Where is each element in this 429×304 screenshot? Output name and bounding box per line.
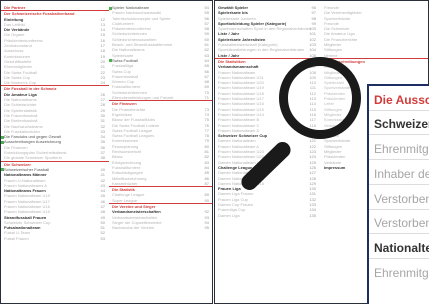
zoom-item: Ehrenmitglieder (374, 266, 429, 280)
index-entry-page: 95 (204, 225, 209, 231)
index-entry-title: Impressum (324, 164, 346, 170)
index-page-left: Die Partner Der Schweizerische Fussballve… (0, 0, 213, 304)
zoom-item: Inhaber der Ehrennadel (374, 167, 429, 181)
index-entry-title: Futsal Frauen (4, 235, 29, 241)
index-column-2: Spieler Nationalteam 54 Frauen Nachwuchsau… (109, 5, 212, 231)
index-entry-title: Nachwuchs der Vereine (112, 225, 155, 231)
zoom-item: Schweizer Fussball (374, 117, 429, 131)
index-column-1: Die Partner Der Schweizerische Fussballve… (1, 5, 109, 241)
zoom-heading: Die Ausschreibungen (374, 93, 429, 107)
zoom-item: Ehrenmitglieder (374, 142, 429, 156)
index-entry: Damen Liga 135 (215, 213, 320, 218)
zoom-item: Verstorbene Ehrenmitglieder (374, 216, 429, 230)
index-entry: Futsal Frauen 53 (1, 236, 109, 241)
index-entry-page: 53 (100, 235, 105, 241)
zoomed-detail-panel: Die Ausschreibungen Schweizer Fussball E… (367, 84, 429, 304)
zoom-item: Nationalteams (374, 241, 429, 255)
index-entry: Nachwuchs der Vereine 95 (109, 225, 212, 231)
index-entry-page: 135 (309, 212, 316, 218)
index-entry-title: Damen Liga (218, 212, 240, 218)
zoom-item: Verstorbene Mitglieder (374, 192, 429, 206)
index-magnifier-screen: Die Partner Der Schweizerische Fussballve… (0, 0, 429, 304)
magnifier-icon (279, 57, 361, 139)
